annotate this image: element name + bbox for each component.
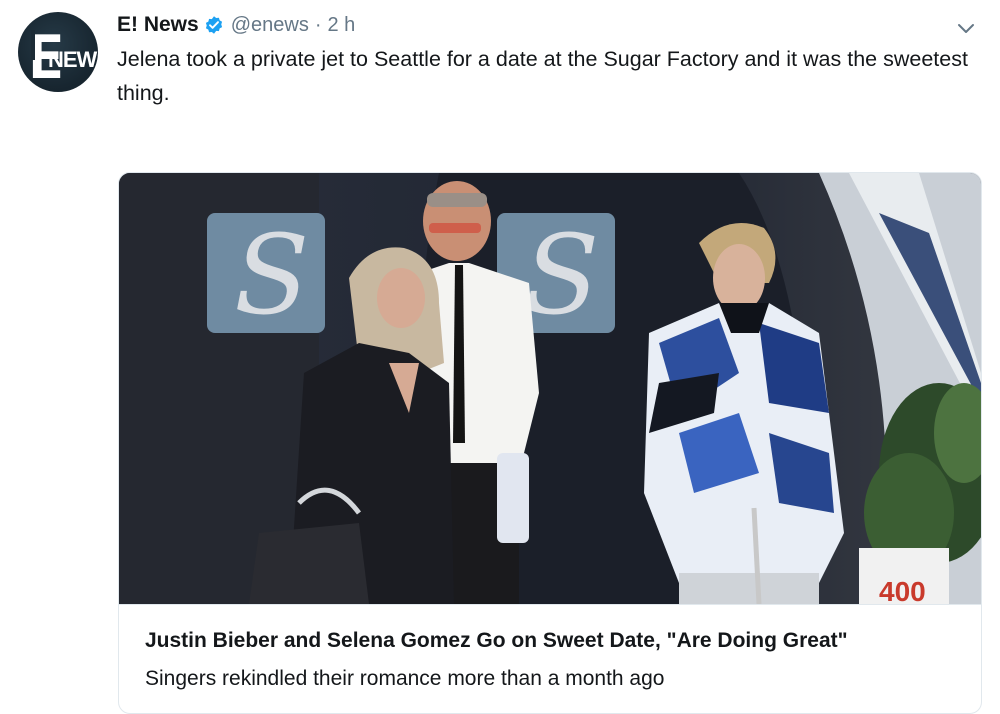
enews-logo-icon: E NEWS xyxy=(26,23,98,92)
card-image-letter: S xyxy=(234,211,309,339)
separator-dot: · xyxy=(314,13,322,36)
avatar-logo-text: NEWS xyxy=(48,47,98,72)
author-handle[interactable]: @enews xyxy=(231,14,309,37)
author-avatar[interactable]: E NEWS xyxy=(18,12,98,92)
link-card[interactable]: S S 400 Justin Bieber and Selena Gomez G… xyxy=(118,172,982,714)
card-image-sign-text: 400 xyxy=(879,576,926,604)
card-description: Singers rekindled their romance more tha… xyxy=(145,667,665,690)
card-title[interactable]: Justin Bieber and Selena Gomez Go on Swe… xyxy=(145,629,848,653)
chevron-down-icon[interactable] xyxy=(954,16,978,40)
card-image-letter: S xyxy=(524,211,599,339)
verified-badge-icon xyxy=(204,15,224,35)
card-image[interactable]: S S 400 xyxy=(119,173,981,604)
tweet[interactable]: E NEWS E! News @enews · 2 h Jelena took … xyxy=(0,0,1000,714)
tweet-header: E! News @enews · 2 h xyxy=(117,12,355,38)
tweet-timestamp[interactable]: 2 h xyxy=(328,14,356,37)
tweet-text: Jelena took a private jet to Seattle for… xyxy=(117,47,968,105)
card-body[interactable]: Justin Bieber and Selena Gomez Go on Swe… xyxy=(119,604,981,690)
author-display-name[interactable]: E! News xyxy=(117,13,199,37)
